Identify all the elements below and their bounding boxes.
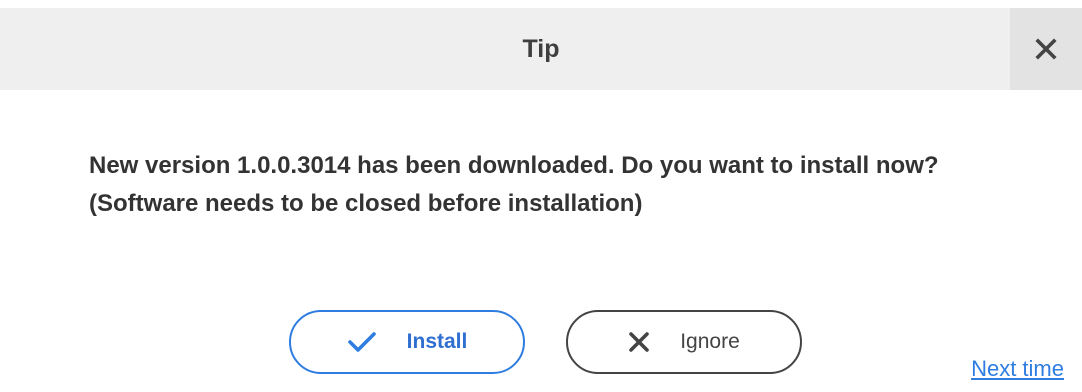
ignore-label: Ignore bbox=[680, 330, 740, 353]
x-icon bbox=[628, 331, 650, 353]
close-icon bbox=[1034, 37, 1058, 61]
ignore-button[interactable]: Ignore bbox=[566, 310, 802, 374]
install-label: Install bbox=[406, 330, 468, 353]
close-button[interactable] bbox=[1010, 8, 1082, 90]
install-button[interactable]: Install bbox=[289, 310, 525, 374]
dialog-titlebar: Tip bbox=[0, 8, 1082, 90]
update-dialog: Tip New version 1.0.0.3014 has been down… bbox=[0, 0, 1082, 392]
top-strip bbox=[0, 0, 1082, 8]
dialog-title: Tip bbox=[522, 35, 560, 63]
update-message: New version 1.0.0.3014 has been download… bbox=[89, 152, 939, 217]
next-time-link[interactable]: Next time bbox=[971, 356, 1064, 382]
checkmark-icon bbox=[347, 330, 377, 354]
